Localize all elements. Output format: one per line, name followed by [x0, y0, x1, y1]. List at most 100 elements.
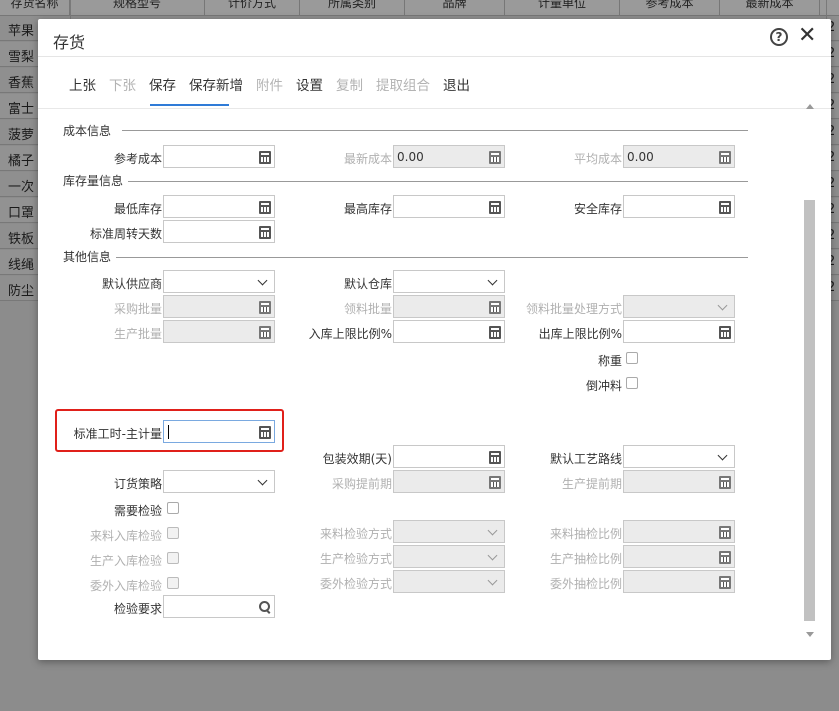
save-new-button[interactable]: 保存新增	[189, 77, 243, 97]
table-cell: 铁板	[8, 232, 35, 247]
calculator-icon[interactable]	[259, 426, 271, 439]
turnover-days-input[interactable]	[163, 220, 275, 243]
outsource-method-select[interactable]	[393, 570, 505, 593]
max-stock-label: 最高库存	[343, 202, 392, 216]
incoming-inspect-checkbox[interactable]	[167, 527, 179, 539]
inspect-req-input[interactable]	[163, 595, 275, 618]
calculator-icon[interactable]	[489, 201, 501, 214]
shelf-life-input[interactable]	[393, 445, 505, 468]
max-stock-input[interactable]	[393, 195, 505, 218]
toolbar: 上张 下张 保存 保存新增 附件 设置 复制 提取组合 退出	[69, 77, 483, 97]
avg-cost-input[interactable]: 0.00	[623, 145, 735, 168]
latest-cost-input[interactable]: 0.00	[393, 145, 505, 168]
calculator-icon	[719, 151, 731, 164]
production-ratio-input[interactable]	[623, 545, 735, 568]
calculator-icon[interactable]	[719, 201, 731, 214]
incoming-method-label: 来料检验方式	[319, 527, 392, 541]
save-button[interactable]: 保存	[149, 77, 176, 97]
calculator-icon[interactable]	[719, 326, 731, 339]
exit-button[interactable]: 退出	[443, 77, 470, 97]
backflush-checkbox[interactable]	[626, 377, 638, 389]
default-supplier-select[interactable]	[163, 270, 275, 293]
weigh-label: 称重	[597, 354, 622, 368]
production-batch-input[interactable]	[163, 320, 275, 343]
incoming-method-select[interactable]	[393, 520, 505, 543]
order-policy-select[interactable]	[163, 470, 275, 493]
scroll-thumb[interactable]	[804, 200, 815, 621]
section-divider	[116, 257, 748, 258]
header-cell: 规格型号	[70, 0, 205, 16]
calculator-icon	[259, 326, 271, 339]
shelf-life-label: 包装效期(天)	[322, 452, 392, 466]
header-cell: 最新成本	[720, 0, 820, 16]
chevron-down-icon	[717, 300, 728, 311]
prev-button[interactable]: 上张	[69, 77, 96, 97]
latest-cost-label: 最新成本	[343, 152, 392, 166]
scroll-down-icon[interactable]	[806, 632, 814, 637]
production-inspect-checkbox[interactable]	[167, 552, 179, 564]
settings-button[interactable]: 设置	[296, 77, 323, 97]
cost-section-title: 成本信息	[63, 124, 112, 138]
default-supplier-label: 默认供应商	[101, 277, 162, 291]
production-inspect-label: 生产入库检验	[89, 554, 162, 568]
copy-button[interactable]: 复制	[336, 77, 363, 97]
attachment-button[interactable]: 附件	[256, 77, 283, 97]
text-cursor	[168, 425, 169, 439]
help-icon[interactable]: ?	[770, 28, 788, 46]
out-limit-label: 出库上限比例%	[538, 327, 622, 341]
calculator-icon[interactable]	[259, 201, 271, 214]
next-button[interactable]: 下张	[109, 77, 136, 97]
production-method-label: 生产检验方式	[319, 552, 392, 566]
default-route-label: 默认工艺路线	[549, 452, 622, 466]
order-policy-label: 订货策略	[113, 477, 162, 491]
calculator-icon[interactable]	[259, 226, 271, 239]
calculator-icon	[259, 301, 271, 314]
search-icon[interactable]	[257, 600, 271, 614]
chevron-down-icon	[487, 550, 498, 561]
min-stock-input[interactable]	[163, 195, 275, 218]
vertical-scrollbar[interactable]	[803, 101, 817, 642]
inventory-dialog: 存货 ? ✕ 上张 下张 保存 保存新增 附件 设置 复制 提取组合 退出 成本…	[38, 19, 831, 660]
header-cell: 存货名称	[0, 0, 70, 16]
chevron-down-icon	[487, 275, 498, 286]
table-cell: 富士	[8, 102, 35, 117]
active-tab-underline	[150, 104, 229, 106]
calculator-icon	[489, 301, 501, 314]
need-inspect-checkbox[interactable]	[167, 502, 179, 514]
safety-stock-input[interactable]	[623, 195, 735, 218]
out-limit-input[interactable]	[623, 320, 735, 343]
extract-combo-button[interactable]: 提取组合	[376, 77, 430, 97]
pick-batch-input[interactable]	[393, 295, 505, 318]
default-route-select[interactable]	[623, 445, 735, 468]
header-cell: 所属类别	[300, 0, 405, 16]
outsource-inspect-checkbox[interactable]	[167, 577, 179, 589]
default-warehouse-label: 默认仓库	[343, 277, 392, 291]
dialog-title: 存货	[53, 33, 86, 52]
scroll-up-icon[interactable]	[806, 104, 814, 109]
incoming-ratio-input[interactable]	[623, 520, 735, 543]
table-cell: 一次	[8, 180, 35, 195]
calculator-icon[interactable]	[259, 151, 271, 164]
ref-cost-input[interactable]	[163, 145, 275, 168]
in-limit-input[interactable]	[393, 320, 505, 343]
table-cell: 菠萝	[8, 128, 35, 143]
calculator-icon[interactable]	[489, 326, 501, 339]
purchase-lead-input[interactable]	[393, 470, 505, 493]
production-lead-input[interactable]	[623, 470, 735, 493]
purchase-batch-label: 采购批量	[113, 302, 162, 316]
calculator-icon[interactable]	[489, 451, 501, 464]
header-cell: 计量单位	[505, 0, 620, 16]
weigh-checkbox[interactable]	[626, 352, 638, 364]
std-hours-input[interactable]	[163, 420, 275, 443]
chevron-down-icon	[257, 475, 268, 486]
need-inspect-label: 需要检验	[113, 504, 162, 518]
purchase-batch-input[interactable]	[163, 295, 275, 318]
production-method-select[interactable]	[393, 545, 505, 568]
outsource-ratio-input[interactable]	[623, 570, 735, 593]
pick-batch-method-label: 领料批量处理方式	[525, 302, 622, 316]
default-warehouse-select[interactable]	[393, 270, 505, 293]
latest-cost-value: 0.00	[397, 150, 424, 164]
pick-batch-method-select[interactable]	[623, 295, 735, 318]
min-stock-label: 最低库存	[113, 202, 162, 216]
close-icon[interactable]: ✕	[798, 24, 816, 48]
